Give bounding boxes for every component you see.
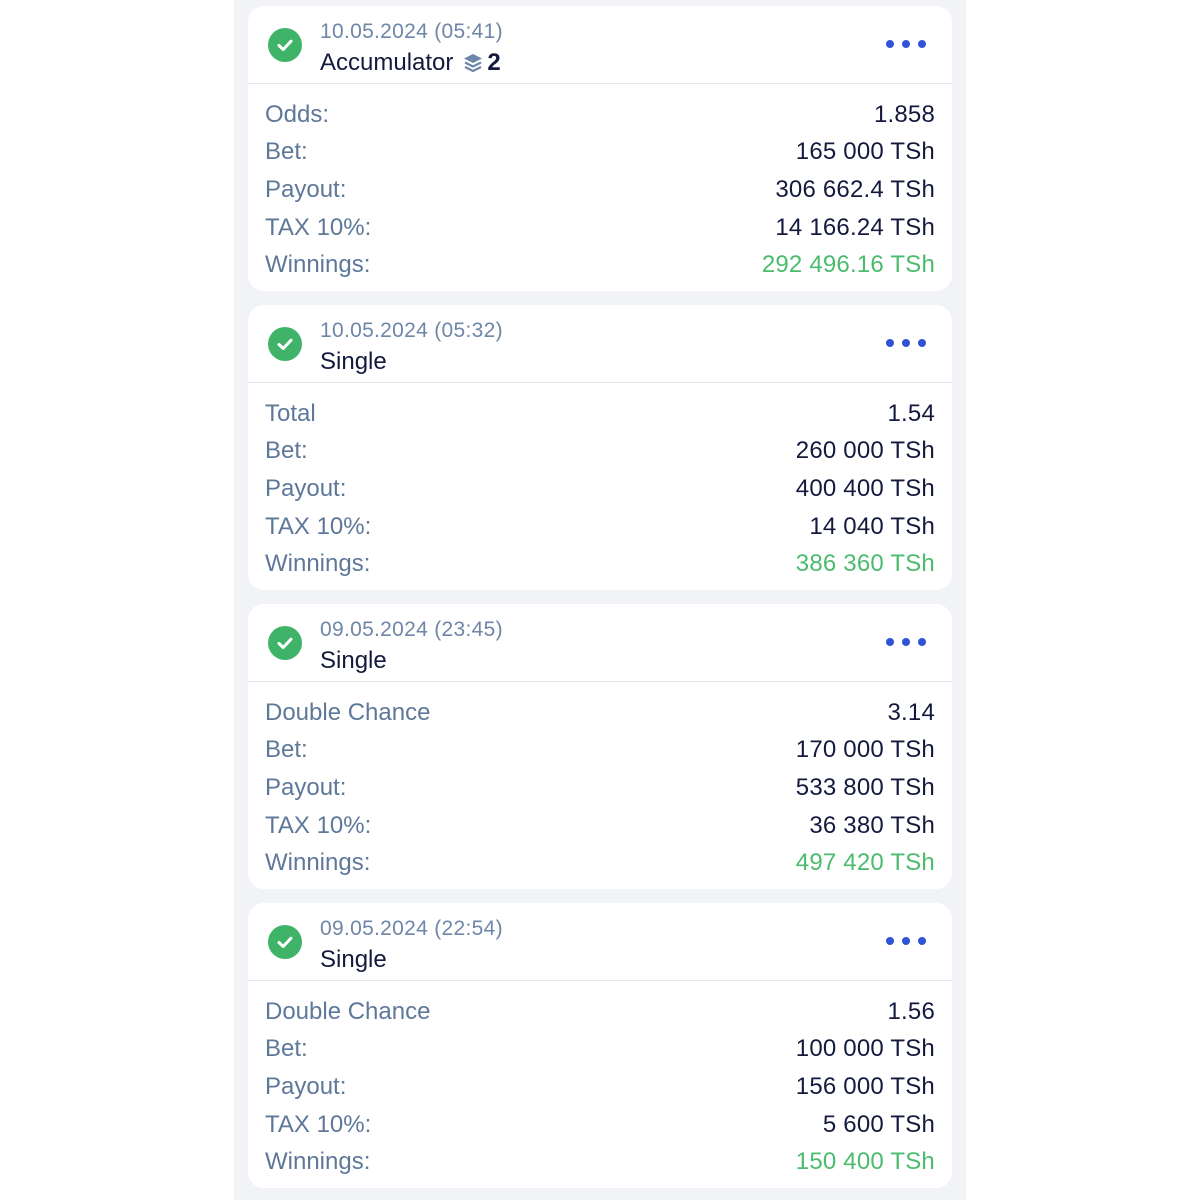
row-value: 1.56	[887, 997, 935, 1025]
tax-row: TAX 10%: 14 040 TSh	[265, 508, 935, 546]
more-options-icon[interactable]	[886, 927, 926, 955]
market-row: Double Chance 1.56	[265, 993, 935, 1031]
winnings-row: Winnings: 292 496.16 TSh	[265, 246, 935, 284]
row-label: Bet:	[265, 1035, 308, 1063]
row-value: 400 400 TSh	[795, 474, 935, 502]
bet-card-header: 09.05.2024 (22:54) Single	[248, 903, 952, 981]
bet-row: Bet: 170 000 TSh	[265, 732, 935, 770]
bet-type: Single	[320, 946, 387, 974]
row-label: Double Chance	[265, 698, 431, 726]
bet-details: Odds: 1.858 Bet: 165 000 TSh Payout: 306 66…	[248, 84, 952, 284]
row-value: 1.858	[873, 100, 935, 128]
row-label: Bet:	[265, 736, 308, 764]
bet-card-header: 09.05.2024 (23:45) Single	[248, 604, 952, 682]
bet-type: Single	[320, 348, 387, 376]
winnings-row: Winnings: 386 360 TSh	[265, 545, 935, 583]
row-value: 100 000 TSh	[795, 1035, 935, 1063]
row-value: 533 800 TSh	[795, 773, 935, 801]
bet-date: 09.05.2024 (23:45)	[320, 618, 503, 641]
payout-row: Payout: 156 000 TSh	[265, 1068, 935, 1106]
bet-details: Double Chance 1.56 Bet: 100 000 TSh Payout…	[248, 981, 952, 1181]
row-label: Payout:	[265, 474, 347, 502]
row-label: Payout:	[265, 1072, 347, 1100]
check-circle-icon	[268, 28, 302, 62]
winnings-value: 150 400 TSh	[795, 1148, 935, 1176]
bet-type-label: Single	[320, 647, 387, 674]
row-label: TAX 10%:	[265, 512, 372, 540]
bet-date: 09.05.2024 (22:54)	[320, 917, 503, 940]
row-value: 156 000 TSh	[795, 1072, 935, 1100]
odds-row: Odds: 1.858	[265, 96, 935, 134]
payout-row: Payout: 306 662.4 TSh	[265, 171, 935, 209]
row-value: 14 166.24 TSh	[775, 213, 935, 241]
bet-row: Bet: 165 000 TSh	[265, 134, 935, 172]
row-label: Winnings:	[265, 550, 371, 578]
bet-card[interactable]: 10.05.2024 (05:32) Single Total 1.54 Bet:…	[248, 305, 952, 590]
winnings-row: Winnings: 150 400 TSh	[265, 1143, 935, 1181]
row-label: Double Chance	[265, 997, 431, 1025]
winnings-value: 292 496.16 TSh	[761, 251, 935, 279]
row-label: Payout:	[265, 175, 347, 203]
check-circle-icon	[268, 626, 302, 660]
winnings-value: 386 360 TSh	[795, 550, 935, 578]
row-value: 260 000 TSh	[795, 437, 935, 465]
tax-row: TAX 10%: 14 166.24 TSh	[265, 209, 935, 247]
tax-row: TAX 10%: 5 600 TSh	[265, 1106, 935, 1144]
check-circle-icon	[268, 327, 302, 361]
market-row: Double Chance 3.14	[265, 694, 935, 732]
selections-count: 2	[487, 49, 501, 76]
bet-type: Single	[320, 647, 387, 675]
bet-type: Accumulator 2	[320, 49, 501, 77]
bet-card-header: 10.05.2024 (05:32) Single	[248, 305, 952, 383]
bet-history-list: 10.05.2024 (05:41) Accumulator 2 Odds: 1.…	[234, 0, 966, 1200]
bet-details: Total 1.54 Bet: 260 000 TSh Payout: 400 400…	[248, 383, 952, 583]
winnings-row: Winnings: 497 420 TSh	[265, 844, 935, 882]
row-label: Bet:	[265, 138, 308, 166]
bet-card[interactable]: 10.05.2024 (05:41) Accumulator 2 Odds: 1.…	[248, 6, 952, 291]
row-label: Odds:	[265, 100, 330, 128]
winnings-value: 497 420 TSh	[795, 849, 935, 877]
row-label: TAX 10%:	[265, 1110, 372, 1138]
bet-card-header: 10.05.2024 (05:41) Accumulator 2	[248, 6, 952, 84]
bet-date: 10.05.2024 (05:41)	[320, 20, 503, 43]
bet-date: 10.05.2024 (05:32)	[320, 319, 503, 342]
row-label: Payout:	[265, 773, 347, 801]
row-label: Total	[265, 399, 316, 427]
check-circle-icon	[268, 925, 302, 959]
bet-card[interactable]: 09.05.2024 (22:54) Single Double Chance 1…	[248, 903, 952, 1188]
bet-details: Double Chance 3.14 Bet: 170 000 TSh Payout…	[248, 682, 952, 882]
bet-row: Bet: 100 000 TSh	[265, 1031, 935, 1069]
bet-type-label: Single	[320, 946, 387, 973]
row-value: 165 000 TSh	[795, 138, 935, 166]
row-value: 1.54	[887, 399, 935, 427]
more-options-icon[interactable]	[886, 329, 926, 357]
row-value: 306 662.4 TSh	[775, 175, 935, 203]
row-label: TAX 10%:	[265, 811, 372, 839]
row-value: 5 600 TSh	[822, 1110, 935, 1138]
row-label: TAX 10%:	[265, 213, 372, 241]
more-options-icon[interactable]	[886, 30, 926, 58]
row-value: 3.14	[887, 698, 935, 726]
market-row: Total 1.54	[265, 395, 935, 433]
row-value: 36 380 TSh	[809, 811, 935, 839]
bet-type-label: Single	[320, 348, 387, 375]
payout-row: Payout: 400 400 TSh	[265, 470, 935, 508]
row-label: Winnings:	[265, 251, 371, 279]
bet-card[interactable]: 09.05.2024 (23:45) Single Double Chance 3…	[248, 604, 952, 889]
row-label: Bet:	[265, 437, 308, 465]
bet-row: Bet: 260 000 TSh	[265, 433, 935, 471]
bet-type-label: Accumulator	[320, 49, 454, 76]
row-label: Winnings:	[265, 849, 371, 877]
payout-row: Payout: 533 800 TSh	[265, 769, 935, 807]
tax-row: TAX 10%: 36 380 TSh	[265, 807, 935, 845]
row-value: 170 000 TSh	[795, 736, 935, 764]
layers-icon	[462, 52, 484, 74]
row-label: Winnings:	[265, 1148, 371, 1176]
row-value: 14 040 TSh	[809, 512, 935, 540]
more-options-icon[interactable]	[886, 628, 926, 656]
